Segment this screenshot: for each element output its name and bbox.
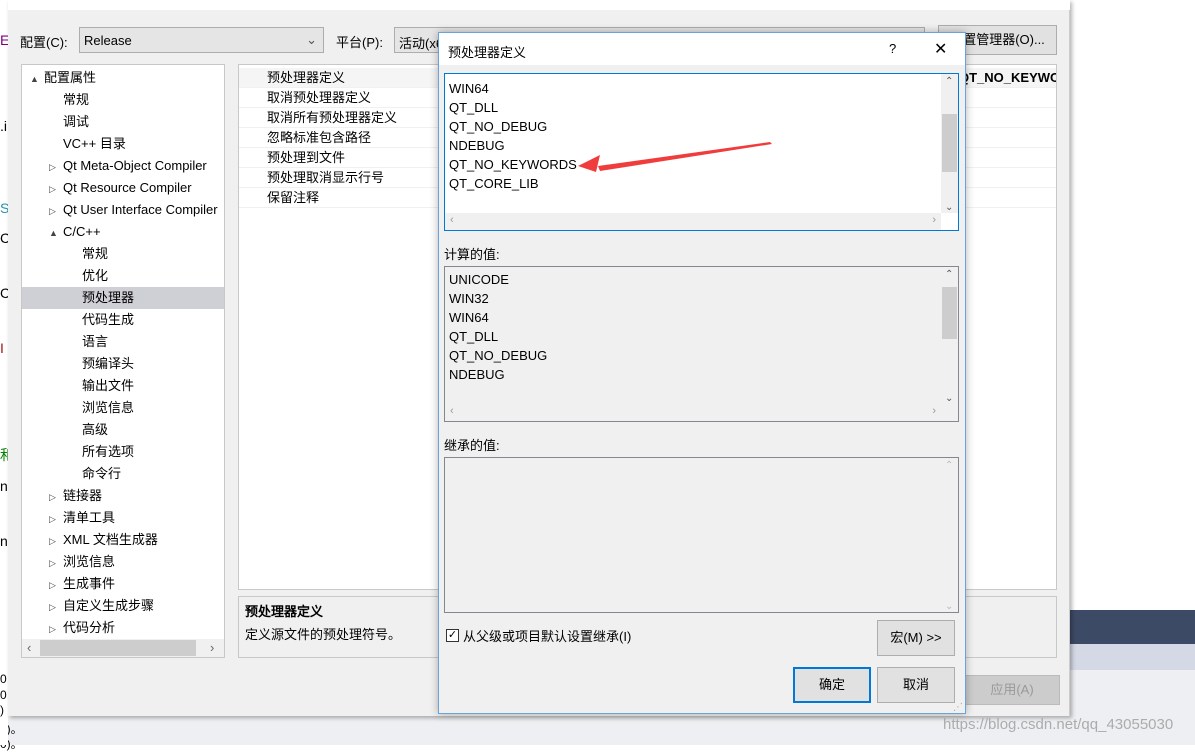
red-arrow-head — [578, 155, 600, 172]
red-arrow-icon — [598, 142, 772, 171]
watermark: https://blog.csdn.net/qq_43055030 — [943, 716, 1174, 733]
annotation-arrow — [578, 142, 772, 172]
